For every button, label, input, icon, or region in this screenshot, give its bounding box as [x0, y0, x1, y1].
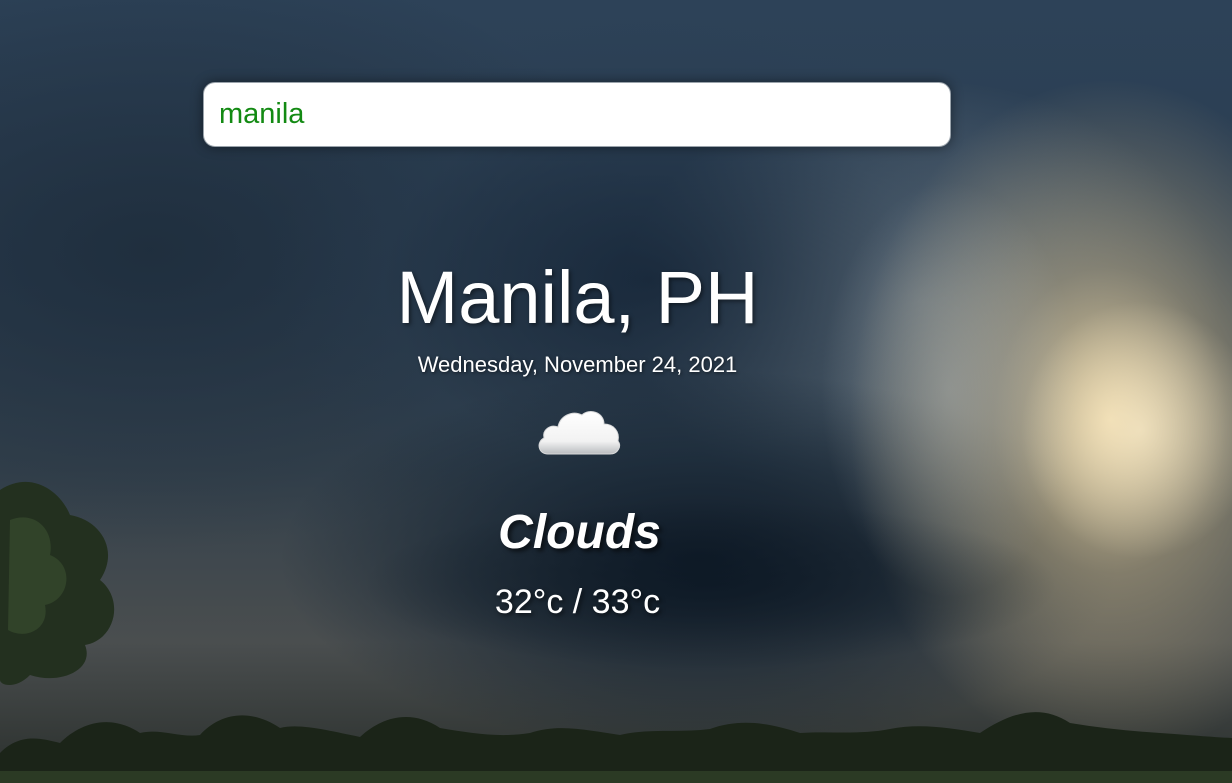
temperature-range: 32°c / 33°c: [494, 583, 661, 621]
background-treeline: [0, 712, 1232, 783]
weather-condition: Clouds: [498, 506, 661, 559]
current-date: Wednesday, November 24, 2021: [417, 352, 738, 377]
cloud-icon: [538, 411, 621, 455]
location-title: Manila, PH: [396, 256, 759, 339]
city-search-input[interactable]: [203, 82, 951, 147]
weather-app: Manila, PH Wednesday, November 24, 2021 …: [0, 0, 1232, 783]
